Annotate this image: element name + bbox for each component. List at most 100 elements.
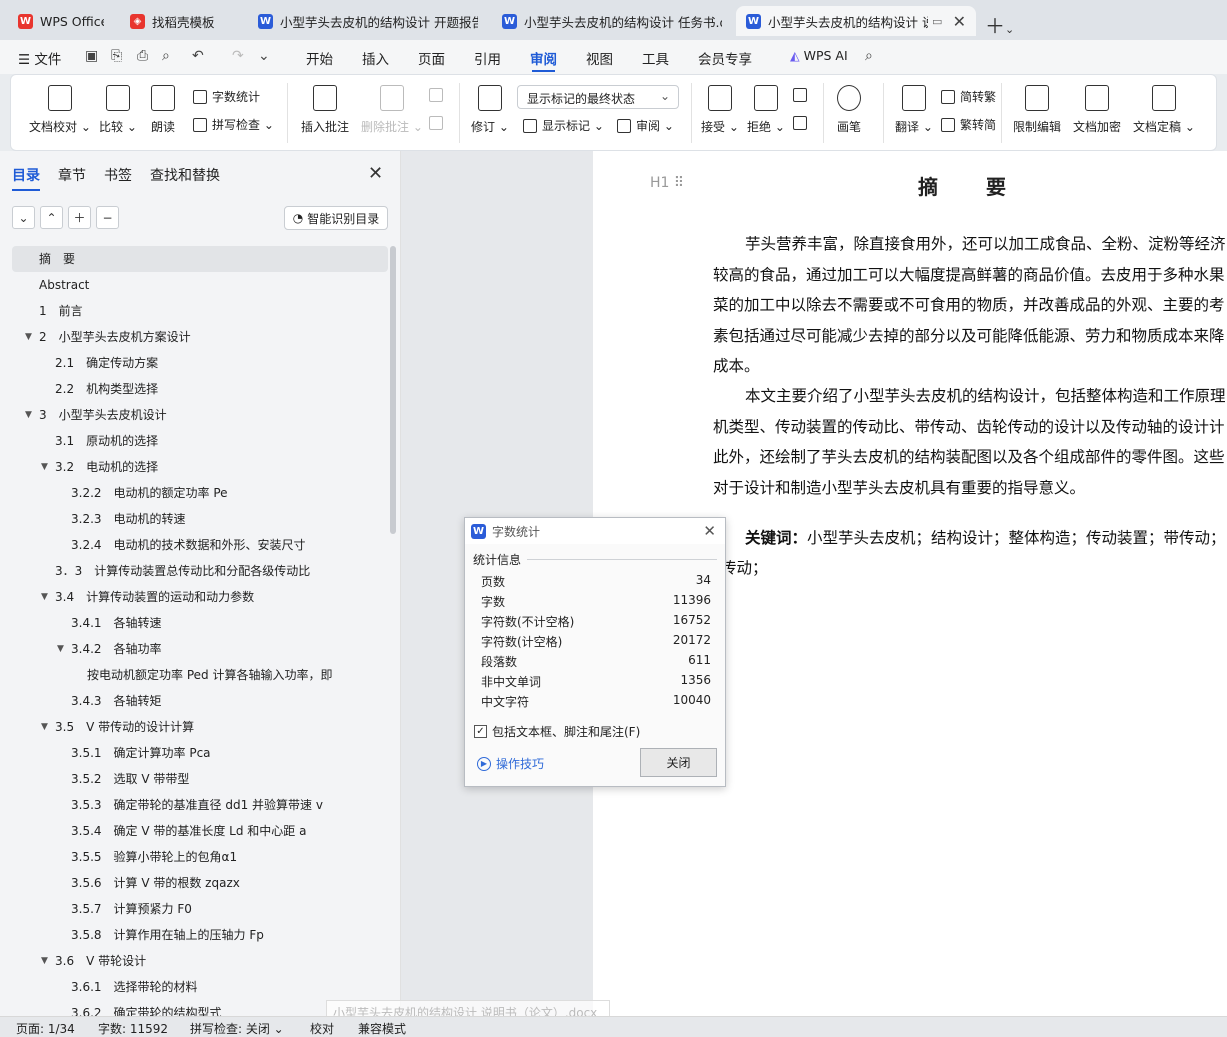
- dialog-titlebar[interactable]: W 字数统计: [465, 518, 725, 544]
- menu-tools[interactable]: 工具: [642, 48, 669, 68]
- review-pane-button[interactable]: 审阅 ⌄: [617, 117, 674, 134]
- proofread-button[interactable]: 文档校对 ⌄: [29, 85, 91, 135]
- add-icon[interactable]: ＋: [68, 206, 91, 229]
- menu-page[interactable]: 页面: [418, 48, 445, 68]
- toc-item[interactable]: Abstract: [12, 272, 388, 298]
- toc-item[interactable]: 3.2.3 电动机的转速: [12, 506, 388, 532]
- menu-member[interactable]: 会员专享: [698, 48, 752, 68]
- tab-bookmarks[interactable]: 书签: [104, 165, 132, 191]
- print-preview-icon[interactable]: ⌕: [162, 48, 170, 64]
- next-comment-icon[interactable]: [429, 116, 448, 130]
- toc-item[interactable]: 3.5.1 确定计算功率 Pca: [12, 740, 388, 766]
- remove-icon[interactable]: −: [96, 206, 119, 229]
- menu-start[interactable]: 开始: [306, 48, 333, 68]
- delete-comment-button[interactable]: 删除批注 ⌄: [361, 85, 423, 135]
- file-menu[interactable]: ☰ 文件: [18, 48, 61, 68]
- toc-item[interactable]: 按电动机额定功率 Ped 计算各轴输入功率，即: [12, 662, 388, 688]
- save-icon[interactable]: ▣: [85, 48, 98, 64]
- undo-icon[interactable]: ↶: [192, 48, 204, 64]
- toc-item[interactable]: ▼ 2 小型芋头去皮机方案设计: [12, 324, 388, 350]
- close-tab-icon[interactable]: ✕: [953, 12, 966, 31]
- insert-comment-button[interactable]: 插入批注: [301, 85, 349, 135]
- translate-button[interactable]: 翻译 ⌄: [895, 85, 933, 135]
- spell-check-status[interactable]: 拼写检查: 关闭 ⌄: [190, 1020, 284, 1037]
- prev-change-icon[interactable]: [793, 88, 812, 102]
- close-button[interactable]: 关闭: [640, 748, 717, 777]
- toc-item[interactable]: ▼ 3 小型芋头去皮机设计: [12, 402, 388, 428]
- new-tab-button[interactable]: ＋⌄: [985, 10, 1014, 39]
- wps-ai-button[interactable]: ◭ WPS AI: [790, 48, 848, 63]
- toc-item[interactable]: 3.5.8 计算作用在轴上的压轴力 Fp: [12, 922, 388, 948]
- proof-status[interactable]: 校对: [310, 1020, 334, 1037]
- toc-item[interactable]: 3.1 原动机的选择: [12, 428, 388, 454]
- toc-item[interactable]: ▼ 3.2 电动机的选择: [12, 454, 388, 480]
- menu-review[interactable]: 审阅: [530, 48, 557, 72]
- toc-item[interactable]: ▼ 3.6 V 带轮设计: [12, 948, 388, 974]
- menu-reference[interactable]: 引用: [474, 48, 501, 68]
- next-change-icon[interactable]: [793, 116, 812, 130]
- encrypt-button[interactable]: 文档加密: [1073, 85, 1121, 135]
- pen-button[interactable]: 画笔: [837, 85, 861, 135]
- menu-insert[interactable]: 插入: [362, 48, 389, 68]
- prev-comment-icon[interactable]: [429, 88, 448, 102]
- toc-item[interactable]: 3.5.5 验算小带轮上的包角α1: [12, 844, 388, 870]
- redo-icon[interactable]: ↷: [232, 48, 244, 64]
- toc-item[interactable]: 3.5.3 确定带轮的基准直径 dd1 并验算带速 v: [12, 792, 388, 818]
- word-count-button[interactable]: 字数统计: [193, 88, 260, 105]
- toc-item[interactable]: 2.2 机构类型选择: [12, 376, 388, 402]
- close-pane-icon[interactable]: ✕: [368, 163, 383, 184]
- reject-button[interactable]: 拒绝 ⌄: [747, 85, 785, 135]
- tab-doc-task[interactable]: W 小型芋头去皮机的结构设计 任务书.dc: [492, 6, 732, 36]
- tab-doc-thesis[interactable]: W 小型芋头去皮机的结构设计 说 ▭ ✕: [736, 6, 976, 36]
- markup-state-select[interactable]: 显示标记的最终状态 ⌄: [517, 85, 679, 109]
- to-simplified-button[interactable]: 繁转简: [941, 116, 996, 133]
- toc-item[interactable]: 3.2.2 电动机的额定功率 Pe: [12, 480, 388, 506]
- toc-item[interactable]: 3.5.4 确定 V 带的基准长度 Ld 和中心距 a: [12, 818, 388, 844]
- toc-item[interactable]: 3．3 计算传动装置总传动比和分配各级传动比: [12, 558, 388, 584]
- expand-down-icon[interactable]: ⌄: [12, 206, 35, 229]
- toc-item[interactable]: 3.2.4 电动机的技术数据和外形、安装尺寸: [12, 532, 388, 558]
- expand-arrow-icon[interactable]: ▼: [25, 324, 32, 350]
- toc-item[interactable]: 3.4.3 各轴转矩: [12, 688, 388, 714]
- tab-doc-proposal[interactable]: W 小型芋头去皮机的结构设计 开题报告: [248, 6, 488, 36]
- toc-item[interactable]: 3.6.1 选择带轮的材料: [12, 974, 388, 1000]
- expand-arrow-icon[interactable]: ▼: [25, 402, 32, 428]
- expand-arrow-icon[interactable]: ▼: [41, 714, 48, 740]
- show-markup-button[interactable]: 显示标记 ⌄: [523, 117, 604, 134]
- compare-button[interactable]: 比较 ⌄: [99, 85, 137, 135]
- share-icon[interactable]: ⎘: [111, 48, 122, 64]
- to-traditional-button[interactable]: 简转繁: [941, 88, 996, 105]
- menu-view[interactable]: 视图: [586, 48, 613, 68]
- expand-arrow-icon[interactable]: ▼: [41, 948, 48, 974]
- more-chevron-icon[interactable]: ⌄: [258, 48, 270, 64]
- tab-find-replace[interactable]: 查找和替换: [150, 165, 220, 191]
- search-icon[interactable]: ⌕: [865, 48, 873, 64]
- toc-item[interactable]: 3.5.6 计算 V 带的根数 zqazx: [12, 870, 388, 896]
- toc-item[interactable]: ▼ 3.4.2 各轴功率: [12, 636, 388, 662]
- tab-toc[interactable]: 目录: [12, 165, 40, 191]
- read-aloud-button[interactable]: 朗读: [151, 85, 175, 135]
- revise-button[interactable]: 修订 ⌄: [471, 85, 509, 135]
- collapse-up-icon[interactable]: ⌃: [40, 206, 63, 229]
- toc-item[interactable]: 2.1 确定传动方案: [12, 350, 388, 376]
- expand-arrow-icon[interactable]: ▼: [41, 454, 48, 480]
- include-textbox-checkbox[interactable]: ✓ 包括文本框、脚注和尾注(F): [474, 723, 640, 740]
- tab-chapters[interactable]: 章节: [58, 165, 86, 191]
- word-count-indicator[interactable]: 字数: 11592: [98, 1020, 168, 1037]
- tab-wps-office[interactable]: W WPS Office: [8, 6, 114, 36]
- expand-arrow-icon[interactable]: ▼: [57, 636, 64, 662]
- toc-item[interactable]: ▼ 3.4 计算传动装置的运动和动力参数: [12, 584, 388, 610]
- spell-check-button[interactable]: 拼写检查 ⌄: [193, 116, 274, 133]
- print-icon[interactable]: ⎙: [137, 48, 148, 64]
- expand-arrow-icon[interactable]: ▼: [41, 584, 48, 610]
- page-indicator[interactable]: 页面: 1/34: [16, 1020, 75, 1037]
- toc-item[interactable]: 3.4.1 各轴转速: [12, 610, 388, 636]
- smart-toc-button[interactable]: ◔ 智能识别目录: [284, 206, 388, 230]
- toc-item[interactable]: ▼ 3.5 V 带传动的设计计算: [12, 714, 388, 740]
- restrict-edit-button[interactable]: 限制编辑: [1013, 85, 1061, 135]
- accept-button[interactable]: 接受 ⌄: [701, 85, 739, 135]
- tab-docer[interactable]: ◈ 找稻壳模板: [120, 6, 244, 36]
- toc-item[interactable]: 3.5.2 选取 V 带带型: [12, 766, 388, 792]
- scrollbar[interactable]: [390, 246, 396, 534]
- toc-item[interactable]: 1 前言: [12, 298, 388, 324]
